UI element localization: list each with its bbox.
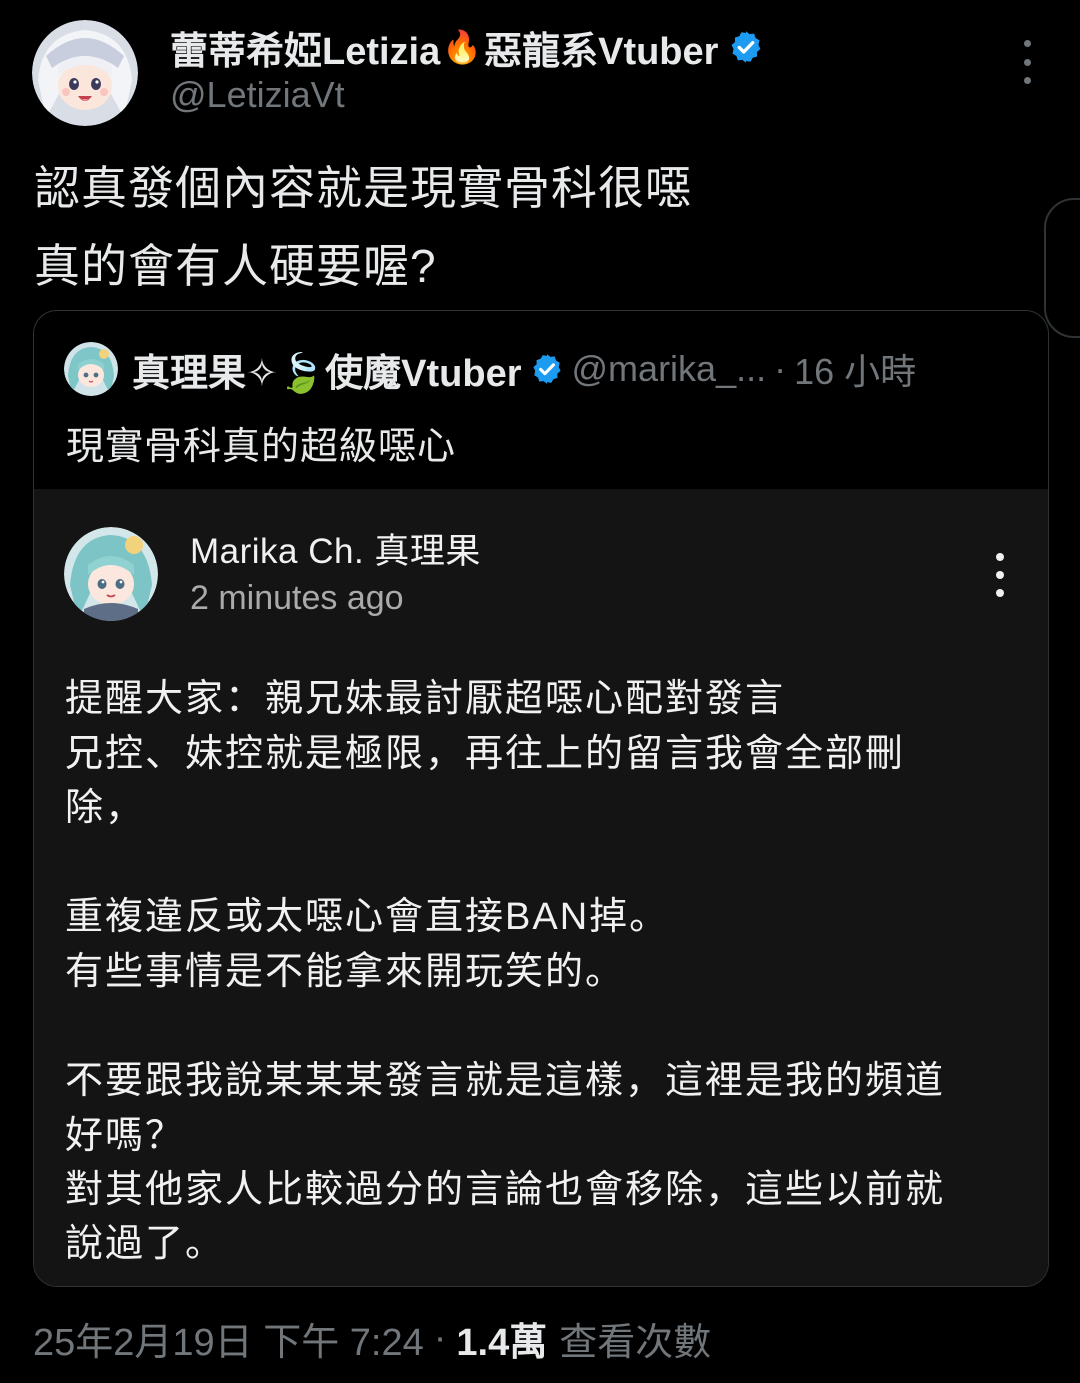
comment-text-line: 好嗎？ [65, 1115, 186, 1157]
tweet-timestamp[interactable]: 25年2月19日 下午 7:24 [33, 1311, 424, 1366]
comment-author-avatar [64, 527, 158, 621]
anime-avatar-white-hair-icon [32, 20, 138, 126]
author-name-suffix: 惡龍系Vtuber [484, 30, 719, 73]
tweet-text-line: 認真發個內容就是現實骨科很噁 [34, 162, 692, 214]
comment-author-name: Marika Ch. 真理果 [190, 532, 481, 571]
separator-dot: · [433, 1316, 447, 1359]
tweet-text-line: 真的會有人硬要喔? [34, 240, 437, 292]
anime-avatar-teal-hair-icon [64, 527, 158, 621]
quoted-tweet-header: 真理果✧🍃使魔Vtuber @marika_... · 16 小時 [64, 341, 1018, 397]
verified-badge-icon[interactable] [728, 29, 764, 65]
quoted-author-name[interactable]: 真理果✧🍃使魔Vtuber [132, 342, 522, 397]
comment-text-line: 提醒大家：親兄妹最討厭超噁心配對發言 [65, 678, 786, 720]
quoted-tweet-text: 現實骨科真的超級噁心 [66, 426, 457, 468]
author-name-text: 蕾蒂希婭Letizia [170, 30, 441, 73]
views-count[interactable]: 1.4萬 [456, 1311, 547, 1366]
anime-avatar-teal-hair-icon [64, 342, 118, 396]
comment-more-options-icon [992, 553, 1008, 597]
comment-text-line: 兄控、妹控就是極限，再往上的留言我會全部刪 [65, 733, 906, 775]
quoted-author-avatar[interactable] [64, 342, 118, 396]
comment-text-line: 對其他家人比較過分的言論也會移除，這些以前就 [65, 1169, 946, 1211]
comment-text-line: 重複違反或太噁心會直接BAN掉。 [65, 896, 670, 938]
tweet-meta-row: 25年2月19日 下午 7:24 · 1.4萬 查看次數 [33, 1310, 711, 1366]
author-handle[interactable]: @LetiziaVt [170, 74, 345, 116]
comment-text-line: 有些事情是不能拿來開玩笑的。 [65, 951, 626, 993]
verified-badge-icon[interactable] [530, 352, 564, 386]
separator-dot: · [774, 348, 787, 389]
comment-text-line: 不要跟我說某某某發言就是這樣，這裡是我的頻道 [65, 1060, 946, 1102]
author-avatar[interactable] [32, 20, 138, 126]
comment-text-line: 除， [65, 787, 146, 829]
quoted-tweet-time[interactable]: 16 小時 [794, 343, 916, 395]
views-label: 查看次數 [559, 1321, 712, 1364]
comment-text-line: 說過了。 [65, 1223, 226, 1265]
quoted-author-handle[interactable]: @marika_... [572, 348, 767, 390]
comment-timestamp: 2 minutes ago [190, 579, 404, 617]
more-options-icon[interactable] [1010, 40, 1044, 84]
quoted-tweet-card[interactable]: 真理果✧🍃使魔Vtuber @marika_... · 16 小時 現實骨科真的… [33, 310, 1049, 1287]
scroll-handle[interactable] [1044, 198, 1080, 338]
author-display-name[interactable]: 蕾蒂希婭Letizia 🔥 惡龍系Vtuber [170, 22, 764, 73]
fire-emoji-icon: 🔥 [442, 29, 483, 65]
